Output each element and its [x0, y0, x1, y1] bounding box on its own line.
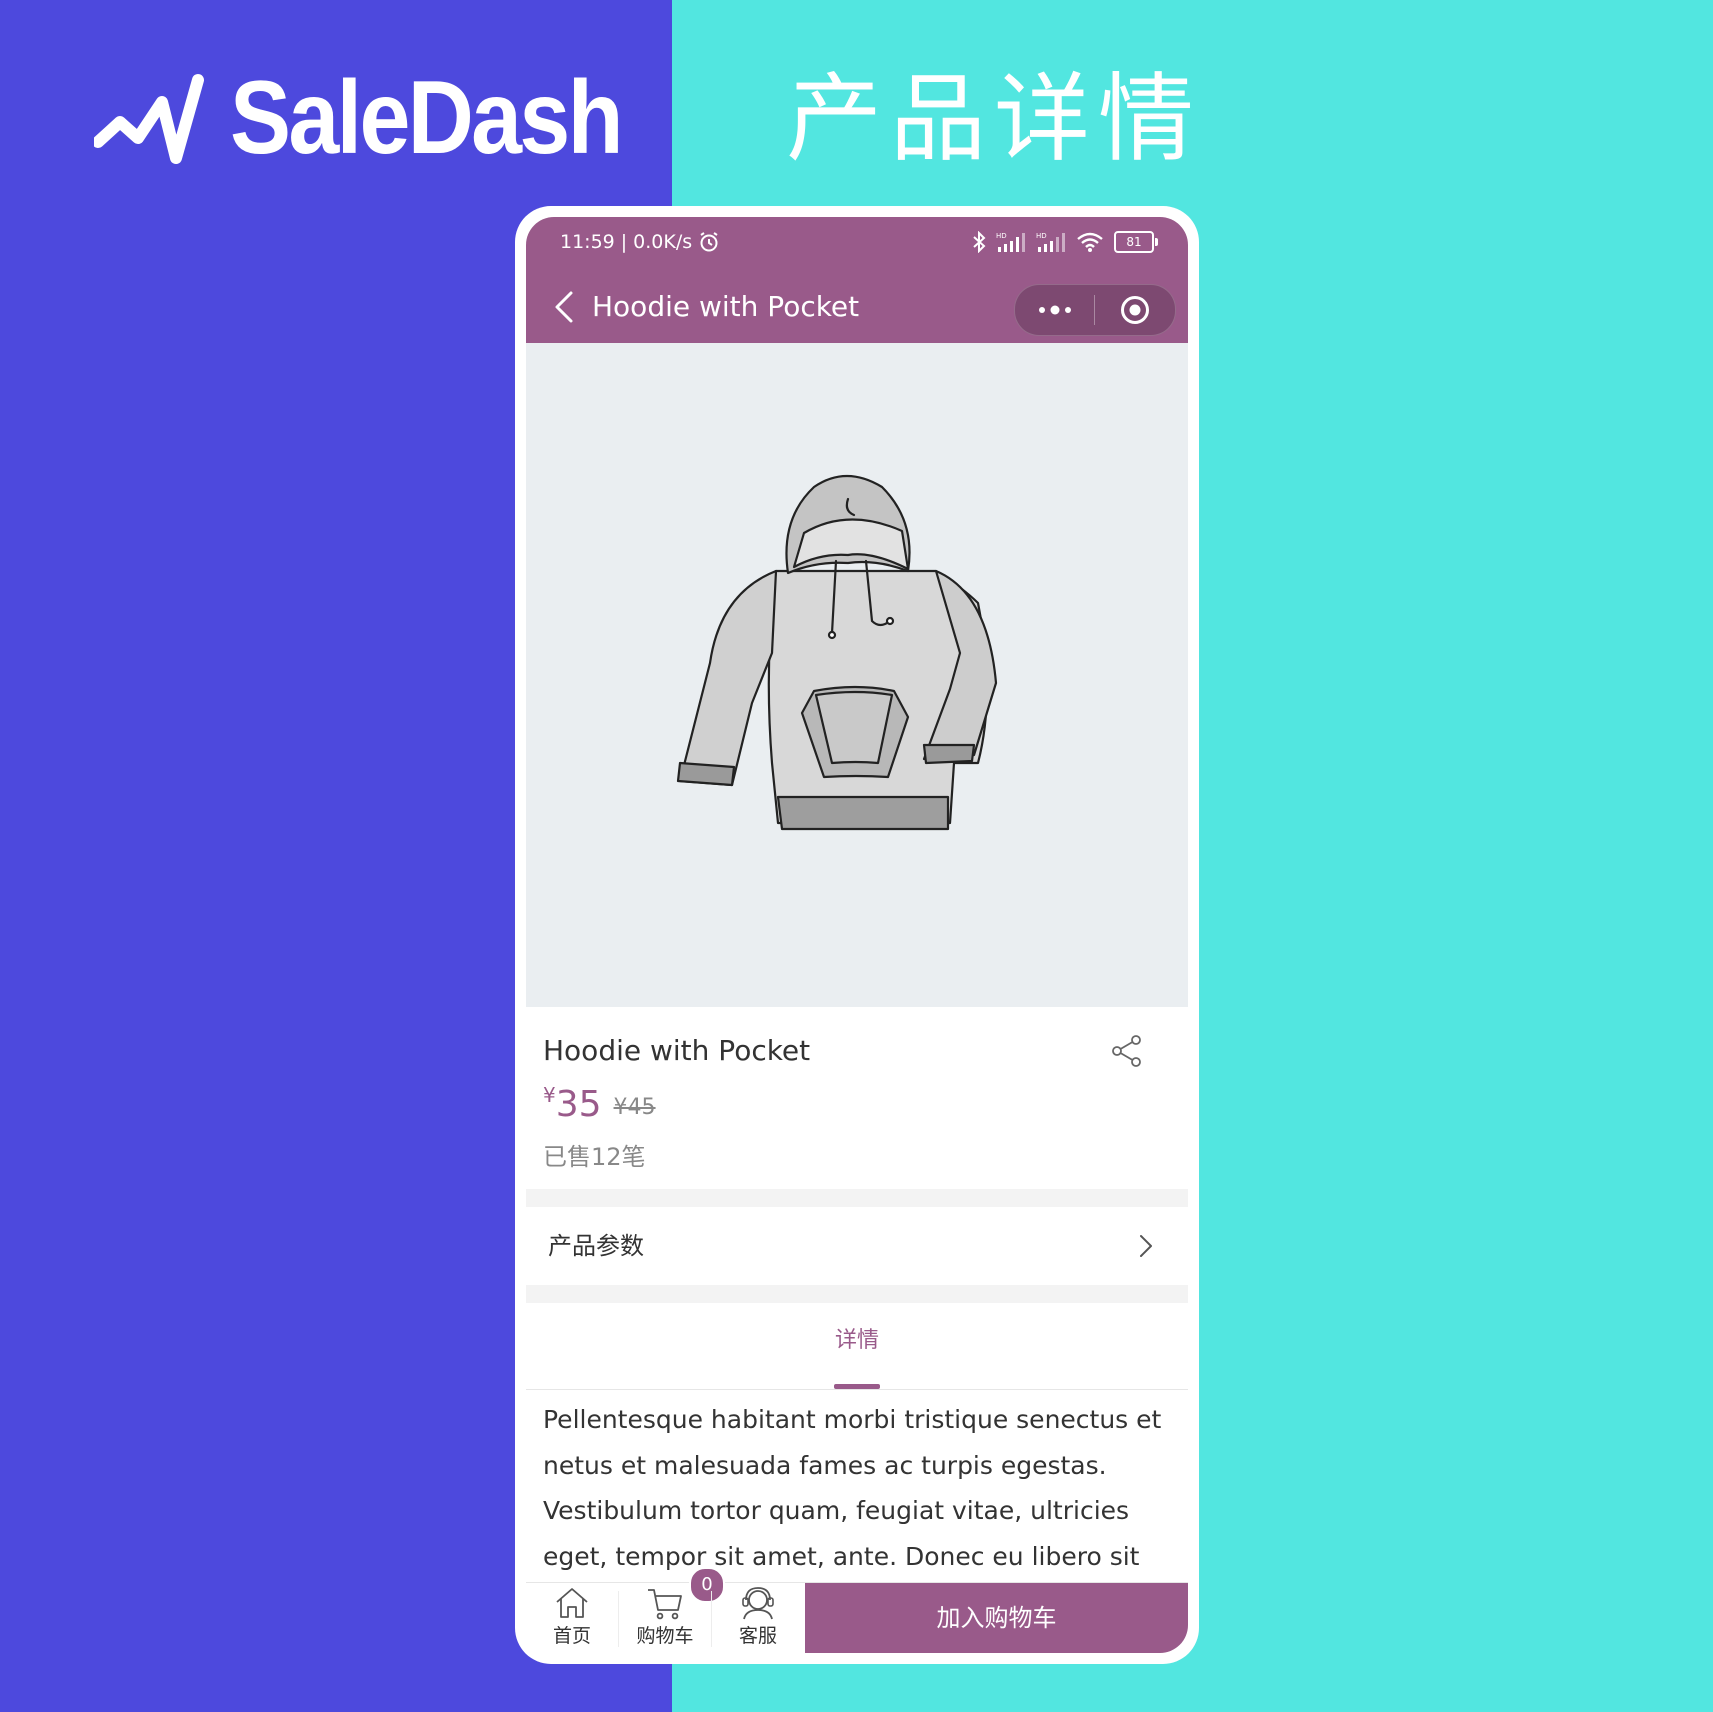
service-label: 客服	[738, 1625, 777, 1647]
page-heading: 产品详情	[786, 63, 1202, 175]
product-info: Hoodie with Pocket ¥ 35 ¥45 已售12笔	[526, 1007, 1188, 1189]
brand: SaleDash	[94, 58, 674, 178]
chevron-right-icon	[1140, 1235, 1152, 1257]
top-bar: 11:59 | 0.0K/s HD HD 81 Hoodie with Pock…	[526, 217, 1188, 343]
price-row: ¥ 35 ¥45	[543, 1083, 656, 1127]
bluetooth-icon	[973, 231, 986, 253]
phone-screen: 11:59 | 0.0K/s HD HD 81 Hoodie with Pock…	[526, 217, 1188, 1653]
close-mini-program-button[interactable]	[1095, 285, 1174, 335]
share-icon[interactable]	[1109, 1033, 1145, 1069]
specs-label: 产品参数	[548, 1232, 644, 1260]
signal-hd-icon: HD	[1036, 232, 1065, 252]
status-network-speed: 0.0K/s	[633, 231, 693, 253]
tab-details[interactable]: 详情	[822, 1315, 892, 1389]
tab-details-label: 详情	[834, 1328, 879, 1353]
section-divider	[526, 1189, 1188, 1207]
price-value: 35	[555, 1084, 602, 1125]
status-separator: |	[620, 231, 628, 253]
home-button[interactable]: 首页	[526, 1583, 618, 1653]
svg-text:HD: HD	[996, 232, 1007, 240]
home-icon	[556, 1588, 588, 1618]
more-button[interactable]	[1015, 285, 1094, 335]
headset-icon	[742, 1587, 774, 1620]
section-divider	[526, 1285, 1188, 1303]
currency-symbol: ¥	[543, 1083, 556, 1107]
cart-label: 购物车	[636, 1625, 694, 1647]
battery-icon: 81	[1114, 231, 1158, 253]
alarm-icon	[700, 232, 718, 252]
nav-bar: Hoodie with Pocket	[526, 273, 1188, 343]
phone-frame: 11:59 | 0.0K/s HD HD 81 Hoodie with Pock…	[515, 206, 1199, 1664]
mini-program-capsule	[1014, 284, 1176, 336]
signal-hd-icon: HD	[996, 232, 1025, 252]
product-name: Hoodie with Pocket	[543, 1034, 811, 1067]
status-right: HD HD 81	[972, 231, 1158, 253]
wifi-icon	[1077, 232, 1103, 252]
svg-text:HD: HD	[1036, 232, 1047, 240]
brand-name: SaleDash	[230, 60, 624, 176]
product-image[interactable]	[526, 343, 1188, 1007]
status-bar: 11:59 | 0.0K/s HD HD 81	[526, 217, 1188, 273]
hoodie-illustration	[676, 475, 998, 831]
nav-title: Hoodie with Pocket	[592, 290, 860, 323]
original-price: ¥45	[613, 1095, 656, 1120]
cart-icon	[648, 1589, 682, 1620]
product-specs-row[interactable]: 产品参数	[526, 1207, 1188, 1285]
trend-line-icon	[94, 74, 204, 164]
tab-active-indicator	[834, 1384, 880, 1389]
chevron-left-icon	[555, 291, 573, 323]
target-circle-icon	[1120, 296, 1149, 324]
sold-count: 已售12笔	[543, 1143, 646, 1171]
home-label: 首页	[552, 1625, 591, 1647]
bottom-action-bar: 首页 购物车 0 客服 加入购物车	[526, 1567, 1188, 1653]
more-dots-icon	[1038, 305, 1071, 315]
status-left: 11:59 | 0.0K/s	[560, 231, 720, 253]
detail-tabs: 详情	[526, 1303, 1188, 1390]
current-price: ¥ 35	[543, 1083, 602, 1127]
customer-service-button[interactable]: 客服	[712, 1583, 804, 1653]
back-button[interactable]	[544, 287, 584, 327]
status-time: 11:59	[560, 231, 615, 253]
add-to-cart-button[interactable]: 加入购物车	[805, 1583, 1188, 1653]
